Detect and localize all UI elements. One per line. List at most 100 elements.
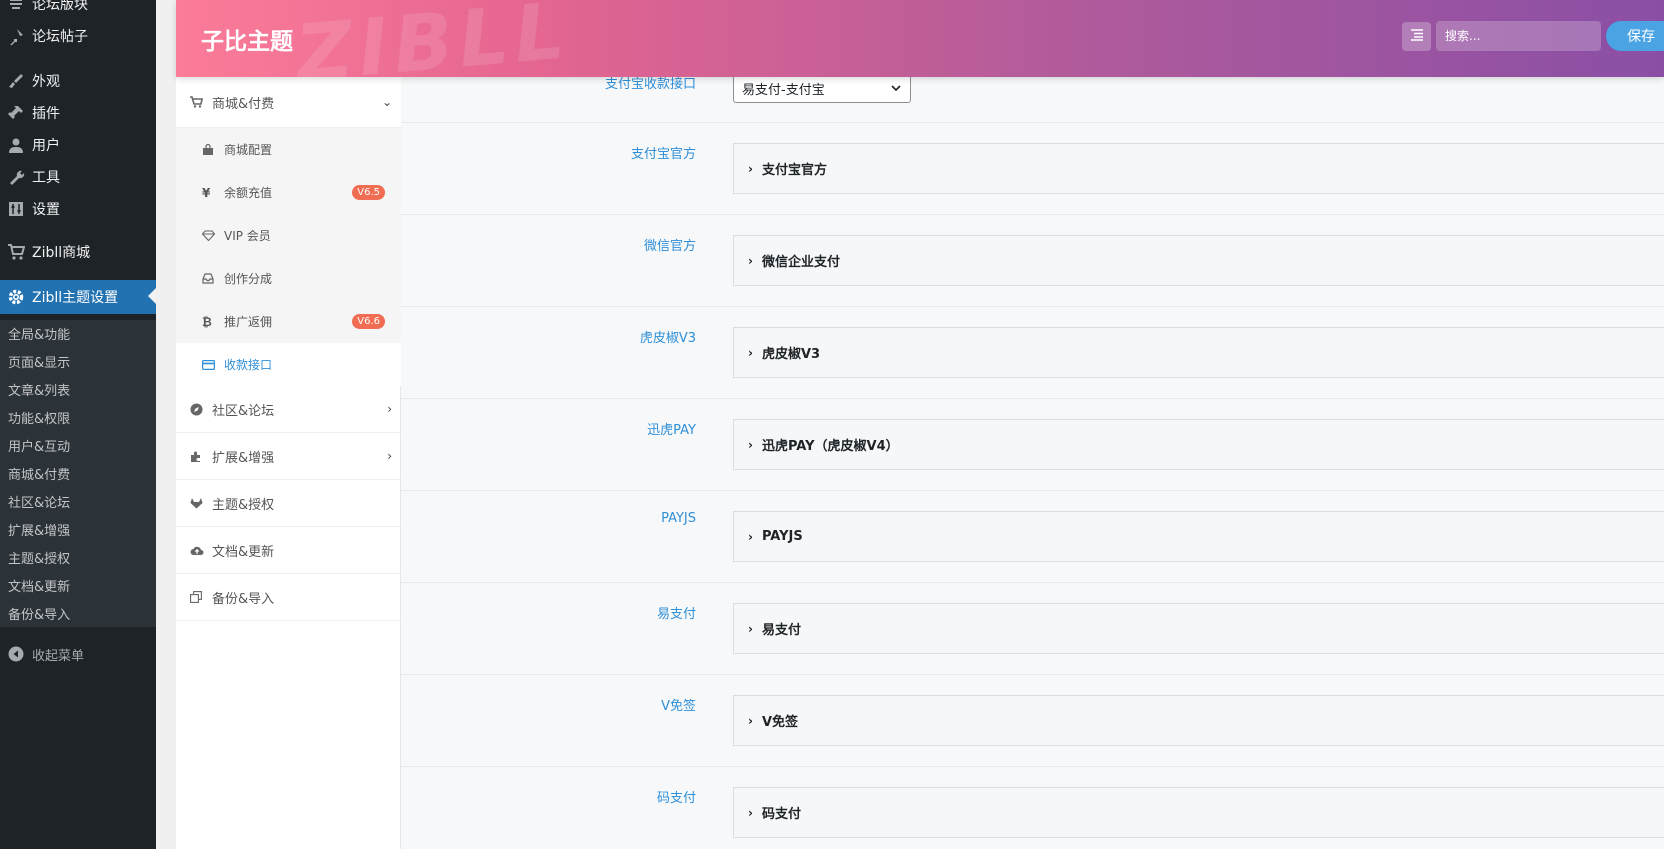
credit-card-icon [202,359,224,370]
wp-menu-label: 设置 [32,202,60,218]
nav-sub-label: 推广返佣 [224,315,273,329]
chevron-down-icon: ⌄ [381,95,392,109]
accordion-hupijiao-v3[interactable]: › 虎皮椒V3 [733,327,1664,378]
wp-menu-label: 外观 [32,74,60,90]
nav-sub-payment-gateway[interactable]: 收款接口 [176,343,401,386]
wp-menu-label: Zibll主题设置 [32,290,119,306]
setting-row: V免签 › V免签 [401,674,1664,766]
nav-sub-creator-share[interactable]: 创作分成 [176,257,401,300]
chevron-right-icon: › [748,805,753,820]
wrench-icon [0,168,32,186]
chevron-right-icon: › [387,449,392,463]
wp-menu-item-zibll-shop[interactable]: Zibll商城 [0,236,156,268]
accordion-wechat-official[interactable]: › 微信企业支付 [733,235,1664,286]
setting-row: PAYJS › PAYJS [401,490,1664,582]
alipay-interface-select[interactable]: 易支付-支付宝 [733,73,911,103]
select-value: 易支付-支付宝 [742,82,825,98]
wp-submenu-item[interactable]: 备份&导入 [8,604,70,623]
nav-group-backup[interactable]: 备份&导入 [176,574,401,621]
wp-menu-item-zibll-settings[interactable]: Zibll主题设置 [0,280,156,314]
field-label: 易支付 [656,607,696,622]
inbox-icon [202,273,224,284]
cart-icon [0,243,32,261]
save-button[interactable]: 保存 [1606,21,1664,51]
wp-menu-item-topics[interactable]: 论坛帖子 [0,20,156,52]
nav-group-extensions[interactable]: 扩展&增强 › [176,433,401,480]
setting-row: 码支付 › 码支付 [401,766,1664,849]
version-badge: V6.5 [352,185,385,200]
wp-submenu: 全局&功能 页面&显示 文章&列表 功能&权限 用户&互动 商城&付费 社区&论… [0,320,156,627]
collapse-menu-label: 收起菜单 [32,648,85,664]
field-label: 支付宝官方 [630,147,696,162]
field-label: 迅虎PAY [647,423,696,438]
forum-icon [0,0,32,12]
wp-submenu-item[interactable]: 商城&付费 [8,464,70,483]
accordion-mazhifu[interactable]: › 码支付 [733,787,1664,838]
field-label: 码支付 [656,791,696,806]
accordion-title: 微信企业支付 [761,255,840,270]
nav-group-license[interactable]: 主题&授权 [176,480,401,527]
accordion-xunhupay[interactable]: › 迅虎PAY（虎皮椒V4） [733,419,1664,470]
chevron-right-icon: › [748,713,753,728]
accordion-epay[interactable]: › 易支付 [733,603,1664,654]
theme-panel-header: ZIBLL 子比主题 保存 [176,0,1664,77]
nav-sub-vip[interactable]: VIP 会员 [176,214,401,257]
wp-submenu-item[interactable]: 社区&论坛 [8,492,70,511]
diamond-icon [202,230,224,241]
yen-icon: ¥ [202,185,211,200]
wp-submenu-item[interactable]: 扩展&增强 [8,520,70,539]
field-label: V免签 [661,699,696,714]
pin-icon [0,27,32,45]
wp-submenu-item[interactable]: 文档&更新 [8,576,70,595]
nav-group-label: 社区&论坛 [212,403,275,419]
field-label: PAYJS [661,511,696,526]
nav-group-community[interactable]: 社区&论坛 › [176,386,401,433]
nav-sub-recharge[interactable]: ¥ 余额充值 V6.5 [176,171,401,214]
wp-submenu-item[interactable]: 功能&权限 [8,408,70,427]
user-icon [0,137,32,153]
wp-submenu-item[interactable]: 主题&授权 [8,548,70,567]
shopping-bag-icon [202,143,224,156]
expand-toggle-button[interactable] [1402,22,1431,51]
wp-menu-item-forums[interactable]: 论坛版块 [0,0,156,20]
nav-group-shop[interactable]: 商城&付费 ⌄ [176,77,401,128]
chevron-right-icon: › [748,621,753,636]
nav-sub-shop-config[interactable]: 商城配置 [176,128,401,171]
wp-menu-item-appearance[interactable]: 外观 [0,65,156,97]
wp-menu-item-plugins[interactable]: 插件 [0,97,156,129]
chevron-right-icon: › [387,402,392,416]
plugin-icon [0,104,32,122]
accordion-vmianqian[interactable]: › V免签 [733,695,1664,746]
wp-submenu-item[interactable]: 文章&列表 [8,380,70,399]
wp-menu-item-settings[interactable]: 设置 [0,193,156,225]
puzzle-icon [190,450,212,463]
gear-icon [0,288,32,306]
collapse-menu-button[interactable]: 收起菜单 [0,638,156,670]
nav-sub-label: 商城配置 [224,143,273,157]
chevron-down-icon [890,80,902,100]
nav-sub-label: 收款接口 [224,358,273,372]
chevron-right-icon: › [748,161,753,176]
list-icon [1410,28,1424,45]
accordion-payjs[interactable]: › PAYJS [733,511,1664,562]
wp-submenu-item[interactable]: 全局&功能 [8,324,70,343]
wp-menu-item-tools[interactable]: 工具 [0,161,156,193]
nav-sub-referral[interactable]: ₿ 推广返佣 V6.6 [176,300,401,343]
bitcoin-icon: ₿ [202,314,212,329]
accordion-alipay-official[interactable]: › 支付宝官方 [733,143,1664,194]
chevron-right-icon: › [748,437,753,452]
accordion-title: PAYJS [761,529,803,544]
wp-submenu-item[interactable]: 页面&显示 [8,352,70,371]
accordion-title: 易支付 [761,623,801,638]
compass-icon [190,403,212,416]
collapse-icon [0,646,32,662]
search-input[interactable] [1436,21,1601,51]
settings-nav: 商城&付费 ⌄ 商城配置 ¥ 余额充值 V6.5 VIP 会员 创作分成 ₿ 推… [176,77,401,849]
setting-row: 微信官方 › 微信企业支付 [401,214,1664,306]
settings-icon [0,201,32,217]
nav-group-docs[interactable]: 文档&更新 [176,527,401,574]
accordion-title: 码支付 [761,807,801,822]
wp-submenu-item[interactable]: 用户&互动 [8,436,70,455]
wp-menu-item-users[interactable]: 用户 [0,129,156,161]
wp-admin-menu: 论坛版块 论坛帖子 外观 插件 用户 工具 设置 Zibll商城 Zibll主题… [0,0,156,849]
